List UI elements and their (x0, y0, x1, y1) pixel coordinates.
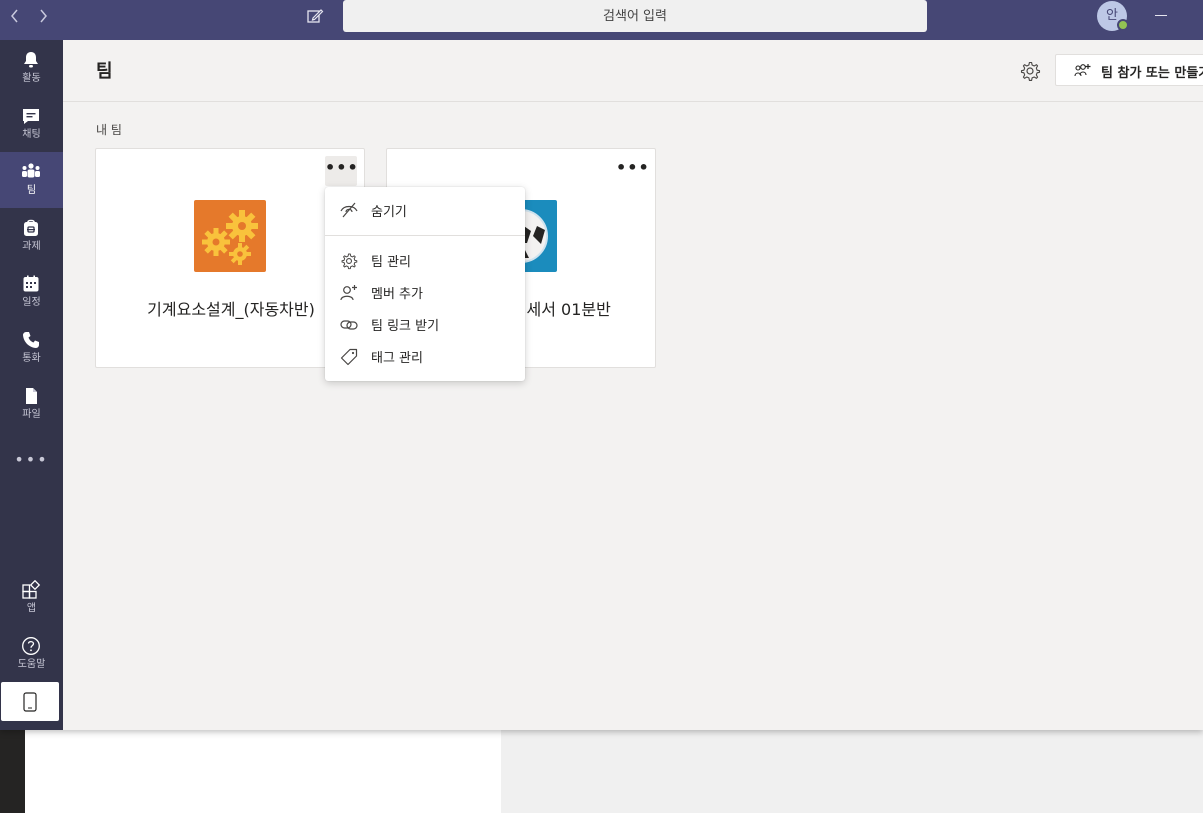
add-member-icon (340, 285, 357, 301)
card-more-options-button[interactable]: ••• (325, 156, 358, 186)
bell-icon (24, 52, 38, 68)
menu-item-add-member[interactable]: 멤버 추가 (325, 277, 525, 307)
rail-label: 활동 (22, 73, 41, 84)
calendar-icon (23, 275, 39, 292)
presence-available-icon (1117, 19, 1129, 31)
rail-item-apps[interactable]: 앱 (0, 570, 63, 626)
rail-item-files[interactable]: 파일 (0, 376, 63, 432)
rail-label: 통화 (22, 353, 41, 364)
phone-icon (23, 332, 39, 348)
menu-item-hide[interactable]: 숨기기 (325, 195, 525, 225)
teams-icon (22, 163, 40, 178)
background-right (501, 730, 1203, 813)
help-icon (22, 637, 40, 655)
title-bar: 안 (0, 0, 1203, 40)
rail-item-assignments[interactable]: 과제 (0, 208, 63, 264)
gear-icon (341, 253, 358, 270)
rail-label: 과제 (22, 241, 41, 252)
apps-icon (22, 580, 41, 599)
rail-item-calls[interactable]: 통화 (0, 320, 63, 376)
rail-item-chat[interactable]: 채팅 (0, 96, 63, 152)
rail-label: 채팅 (22, 129, 41, 140)
page-title: 팀 (96, 61, 113, 82)
menu-item-label: 팀 관리 (371, 255, 412, 270)
team-context-menu: 숨기기 팀 관리 멤버 추가 팀 링크 받기 태그 관리 (325, 187, 525, 381)
rail-item-teams[interactable]: 팀 (0, 152, 63, 208)
page-header: 팀 팀 참가 또는 만들기 (63, 40, 1203, 102)
mobile-phone-icon (23, 692, 37, 712)
rail-label: 일정 (22, 297, 41, 308)
menu-item-label: 태그 관리 (371, 351, 423, 366)
file-icon (26, 388, 37, 404)
menu-item-manage-tags[interactable]: 태그 관리 (325, 341, 525, 371)
team-settings-gear-icon[interactable] (1019, 60, 1041, 82)
rail-label: 파일 (22, 409, 41, 420)
rail-item-activity[interactable]: 활동 (0, 40, 63, 96)
compose-icon[interactable] (305, 6, 325, 26)
card-more-options-button[interactable]: ••• (616, 156, 649, 186)
rail-item-help[interactable]: 도움말 (0, 626, 63, 682)
menu-item-label: 멤버 추가 (371, 287, 423, 302)
more-apps-icon[interactable]: ••• (0, 445, 63, 475)
join-team-icon (1074, 64, 1091, 77)
assignments-icon (24, 219, 38, 236)
background-window (25, 730, 501, 813)
app-bar: 활동 채팅 팀 과제 일정 통화 파일 ••• 앱 도움말 (0, 40, 63, 730)
menu-item-label: 숨기기 (371, 205, 407, 220)
link-icon (340, 320, 358, 330)
teams-app-window: 안 활동 채팅 (0, 0, 1203, 730)
back-arrow-icon[interactable] (6, 6, 24, 26)
rail-label: 도움말 (17, 659, 46, 670)
forward-arrow-icon[interactable] (34, 6, 52, 26)
search-input[interactable] (343, 0, 927, 32)
section-label-my-teams: 내 팀 (96, 123, 122, 137)
background-left (0, 730, 25, 813)
menu-item-label: 팀 링크 받기 (371, 319, 440, 334)
tag-icon (340, 348, 358, 366)
rail-label: 앱 (26, 603, 37, 614)
join-or-create-team-button[interactable]: 팀 참가 또는 만들기 (1055, 54, 1203, 86)
minimize-button[interactable] (1150, 6, 1172, 26)
chat-icon (23, 109, 39, 124)
team-tile-gears-icon (194, 200, 266, 272)
download-mobile-app-button[interactable] (1, 682, 59, 721)
rail-label: 팀 (26, 185, 37, 196)
menu-divider (325, 235, 525, 236)
menu-item-get-link[interactable]: 팀 링크 받기 (325, 309, 525, 339)
menu-item-manage-team[interactable]: 팀 관리 (325, 245, 525, 275)
join-button-label: 팀 참가 또는 만들기 (1101, 66, 1203, 81)
rail-item-calendar[interactable]: 일정 (0, 264, 63, 320)
teams-main-pane: 팀 팀 참가 또는 만들기 내 팀 ••• 기계요소설계_(자동차반) ••• … (63, 40, 1203, 730)
hide-icon (340, 202, 358, 218)
